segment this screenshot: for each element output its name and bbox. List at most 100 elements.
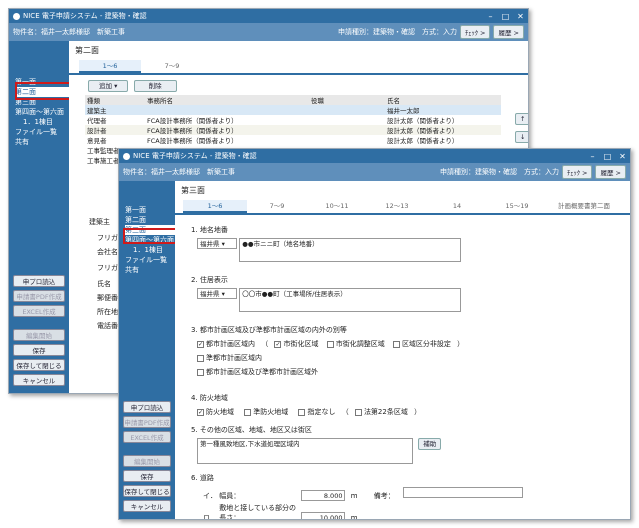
cell: 設計太郎（関係者より） [387,127,459,135]
table-row[interactable]: 建築主 福井一太郎 [85,105,501,115]
maximize-icon[interactable]: □ [600,152,615,161]
planning-row-2: 準都市計画区域内 [191,353,464,364]
save-button[interactable]: 保存 [123,470,171,482]
sidebar-item-share[interactable]: 共有 [15,137,69,147]
contact-label: 敷地と接している部分の長さ： [219,504,297,520]
tab-10-11[interactable]: 10～11 [307,200,367,213]
back-title: NICE 電子申請システム - 建築物・確認 [23,12,147,20]
history-button[interactable]: 履歴 > [595,165,626,179]
edit-start-button[interactable]: 編集開始 [13,329,65,341]
section-fire-zone: 4. 防火地域 ✓ 防火地域 準防火地域 指定なし （ 法第22条区域 ） [191,393,421,417]
tab-12-13[interactable]: 12～13 [367,200,427,213]
checkbox-outside-planning[interactable] [197,368,204,376]
add-dropdown[interactable]: 追加 ▾ [88,80,129,92]
sidebar-item-page2[interactable]: 第二面 [125,215,175,225]
contact-length-input[interactable]: 10.000 [301,512,346,519]
application-kind: 申請種別：建築物・確認 方式：入力 [439,168,559,176]
tab-7-9[interactable]: 7～9 [141,60,203,73]
paren-close: ） [414,408,422,416]
lot-number-input[interactable]: ●●市ニニ町（地名地番） [239,238,462,262]
cell: 福井一太郎 [387,107,420,115]
sidebar-item-share[interactable]: 共有 [125,265,175,275]
save-close-button[interactable]: 保存して閉じる [123,485,171,497]
checkbox-urbanization-control[interactable] [326,340,334,348]
sidebar-item-files[interactable]: ファイル一覧 [15,127,69,137]
prefecture-select[interactable]: 福井県 ▾ [197,288,237,299]
unit-label: m [350,514,358,520]
check-button[interactable]: ﾁｪｯｸ > [459,25,491,39]
item-label: ロ． [203,514,217,520]
checkbox-quasi-fire-zone[interactable] [244,408,252,416]
width-label: 幅員： [219,492,241,500]
table-row[interactable]: 意見者 FCA設計事務所（関係者より） 設計太郎（関係者より） [85,135,501,145]
highlight-box [15,82,74,100]
minimize-icon[interactable]: – [585,152,600,161]
cell: 設計者 [87,127,107,135]
minimize-icon[interactable]: – [483,12,498,21]
sidebar-item-building1[interactable]: 1．1棟目 [15,117,69,127]
cancel-button[interactable]: キャンセル [123,500,171,512]
delete-button[interactable]: 削除 [133,80,177,92]
edit-start-button[interactable]: 編集開始 [123,455,171,467]
load-button[interactable]: 申プロ読込 [123,401,171,413]
section-title: 1. 地名地番 [191,226,228,234]
pdf-button[interactable]: 申請書PDF作成 [13,290,65,302]
tab-15-19[interactable]: 15～19 [487,200,547,213]
checkbox-label: 準都市計画区域内 [206,354,262,362]
section-address: 2. 住居表示 福井県 ▾ 〇〇市●●町（工事場所/住居表示） [191,275,462,312]
close-icon[interactable]: ✕ [513,12,528,21]
property-name: 物件名：福井一太郎様邸 新築工事 [123,168,235,176]
table-row[interactable]: 代理者 FCA設計事務所（関係者より） 設計太郎（関係者より） [85,115,501,125]
checkbox-no-designation[interactable] [298,408,306,416]
planning-row-1: ✓ 都市計画区域内 （ ✓ 市街化区域 市街化調整区域 区域区分非設定 ） [191,339,464,350]
section-title: 3. 都市計画区域及び準都市計画区域の内外の別等 [191,326,347,334]
col-position: 役職 [311,97,324,105]
checkbox-label: 都市計画区域内 [206,340,255,348]
other-areas-input[interactable]: 第一種風致地区,下水道処理区域内 [197,438,413,464]
checkbox-label: 市街化調整区域 [335,340,385,348]
move-up-button[interactable]: ↑ [515,113,528,125]
history-button[interactable]: 履歴 > [493,25,524,39]
checkbox-label: 市街化区域 [283,340,319,348]
sidebar-item-page1[interactable]: 第一面 [125,205,175,215]
note-input[interactable] [403,487,523,498]
move-down-button[interactable]: ↓ [515,131,528,143]
close-icon[interactable]: ✕ [615,152,630,161]
checkbox-label: 区域区分非設定 [401,340,451,348]
checkbox-fire-zone[interactable]: ✓ [197,408,204,416]
address-input[interactable]: 〇〇市●●町（工事場所/住居表示） [239,288,462,312]
planning-row-3: 都市計画区域及び準都市計画区域外 [191,367,464,378]
cancel-button[interactable]: キャンセル [13,374,65,386]
maximize-icon[interactable]: □ [498,12,513,21]
pdf-button[interactable]: 申請書PDF作成 [123,416,171,428]
excel-button[interactable]: EXCEL作成 [13,305,65,317]
checkbox-article22[interactable] [354,408,362,416]
checkbox-quasi-planning[interactable] [197,354,204,362]
check-button[interactable]: ﾁｪｯｸ > [561,165,593,179]
checkbox-no-division[interactable] [392,340,400,348]
checkbox-urbanization[interactable]: ✓ [274,340,282,348]
property-name: 物件名：福井一太郎様邸 新築工事 [13,28,125,36]
tab-1-6[interactable]: 1～6 [79,60,141,73]
tab-7-9[interactable]: 7～9 [247,200,307,213]
excel-button[interactable]: EXCEL作成 [123,431,171,443]
note-label: 備考： [373,492,395,500]
sidebar-item-files[interactable]: ファイル一覧 [125,255,175,265]
road-width-input[interactable]: 8.000 [301,490,346,501]
cell: FCA設計事務所（関係者より） [147,137,238,145]
save-button[interactable]: 保存 [13,344,65,356]
load-button[interactable]: 申プロ読込 [13,275,65,287]
assist-button[interactable]: 補助 [418,438,442,450]
sidebar-item-page4-6[interactable]: 第四面～第六面 [15,107,69,117]
prefecture-select[interactable]: 福井県 ▾ [197,238,237,249]
tab-14[interactable]: 14 [427,200,487,213]
tab-summary-2[interactable]: 計画概要書第二面 [547,200,621,213]
table-row[interactable]: 設計者 FCA設計事務所（関係者より） 設計太郎（関係者より） [85,125,501,135]
save-close-button[interactable]: 保存して閉じる [13,359,65,371]
back-header: 物件名：福井一太郎様邸 新築工事 申請種別：建築物・確認 方式：入力 ﾁｪｯｸ … [9,23,528,41]
app-logo-icon [123,152,130,160]
checkbox-planning-area[interactable]: ✓ [197,340,204,348]
sidebar-item-building1[interactable]: 1．1棟目 [125,245,175,255]
tab-1-6[interactable]: 1～6 [183,200,247,213]
front-title: NICE 電子申請システム - 建築物・確認 [133,152,257,160]
